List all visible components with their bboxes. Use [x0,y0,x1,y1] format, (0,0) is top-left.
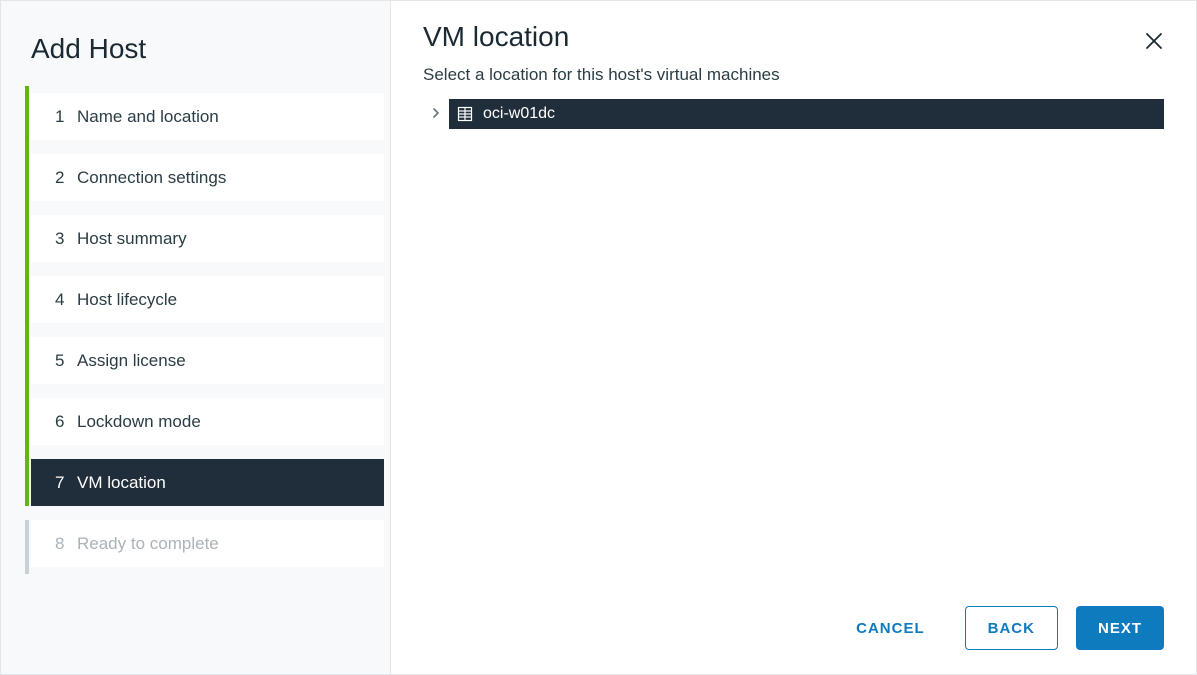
step-label: Host lifecycle [77,290,177,310]
wizard-content: VM location Select a location for this h… [391,1,1196,674]
back-button[interactable]: BACK [965,606,1058,650]
cancel-button[interactable]: CANCEL [834,606,947,650]
expand-toggle[interactable] [423,106,449,123]
step-number: 8 [55,534,77,554]
step-assign-license[interactable]: 5 Assign license [31,337,384,384]
wizard-steps: 1 Name and location 2 Connection setting… [1,93,384,581]
step-number: 6 [55,412,77,432]
step-label: Lockdown mode [77,412,201,432]
step-host-lifecycle[interactable]: 4 Host lifecycle [31,276,384,323]
step-lockdown-mode[interactable]: 6 Lockdown mode [31,398,384,445]
wizard-title: Add Host [1,25,384,93]
step-label: Assign license [77,351,186,371]
page-title: VM location [423,21,1164,53]
step-host-summary[interactable]: 3 Host summary [31,215,384,262]
step-label: Name and location [77,107,219,127]
step-vm-location[interactable]: 7 VM location [31,459,384,506]
step-name-and-location[interactable]: 1 Name and location [31,93,384,140]
page-subtitle: Select a location for this host's virtua… [423,65,1164,85]
step-number: 4 [55,290,77,310]
step-label: Ready to complete [77,534,219,554]
close-button[interactable] [1140,29,1168,57]
tree-node-label: oci-w01dc [483,105,555,123]
step-number: 1 [55,107,77,127]
datacenter-icon [457,106,473,122]
step-ready-to-complete: 8 Ready to complete [31,520,384,567]
step-label: VM location [77,473,166,493]
wizard-sidebar: Add Host 1 Name and location 2 Connectio… [1,1,391,674]
step-connection-settings[interactable]: 2 Connection settings [31,154,384,201]
step-label: Host summary [77,229,187,249]
chevron-right-icon [431,106,441,123]
tree-row: oci-w01dc [423,99,1164,129]
location-tree: oci-w01dc [423,99,1164,129]
step-number: 3 [55,229,77,249]
tree-node-datacenter[interactable]: oci-w01dc [449,99,1164,129]
close-icon [1145,30,1163,56]
next-button[interactable]: NEXT [1076,606,1164,650]
step-number: 2 [55,168,77,188]
wizard-footer: CANCEL BACK NEXT [423,586,1164,650]
step-label: Connection settings [77,168,226,188]
step-number: 5 [55,351,77,371]
step-number: 7 [55,473,77,493]
